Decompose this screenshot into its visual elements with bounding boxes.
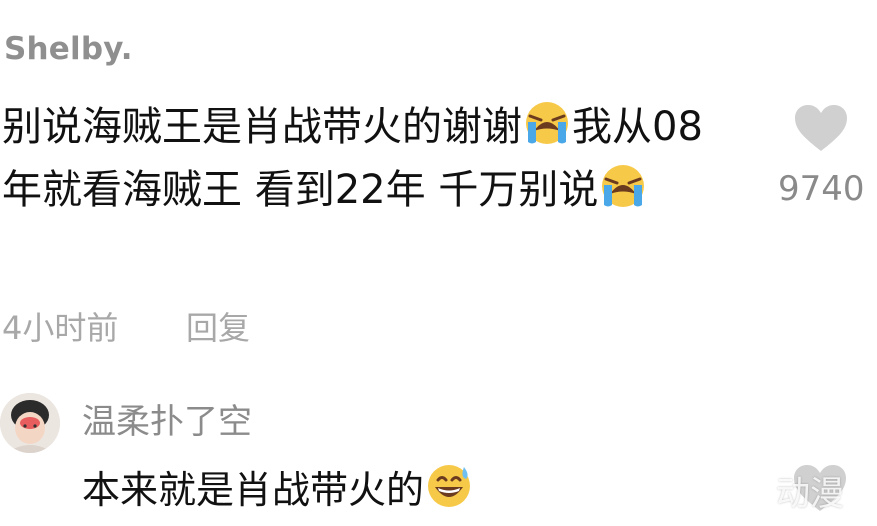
loudly-crying-face-icon: [524, 100, 570, 146]
watermark-text: 动漫: [776, 474, 844, 514]
comment-timestamp: 4小时前: [2, 309, 119, 347]
grinning-face-with-sweat-icon: [426, 463, 472, 509]
like-count: 9740: [778, 169, 865, 209]
reply-username[interactable]: 温柔扑了空: [82, 405, 252, 439]
reply-button[interactable]: 回复: [186, 312, 250, 344]
comment-username[interactable]: Shelby.: [4, 34, 133, 65]
comment-text: 别说海贼王是肖战带火的谢谢 我从08年就看海贼王 看到22年 千万别说: [2, 96, 742, 222]
reply-text: 本来就是肖战带火的: [82, 462, 474, 518]
reply-text-content: 本来就是肖战带火的: [82, 468, 425, 512]
like-heart-icon[interactable]: [793, 103, 849, 153]
user-avatar[interactable]: [0, 393, 60, 453]
comment-text-part1: 别说海贼王是肖战带火的谢谢: [2, 104, 522, 150]
loudly-crying-face-icon: [600, 163, 646, 209]
